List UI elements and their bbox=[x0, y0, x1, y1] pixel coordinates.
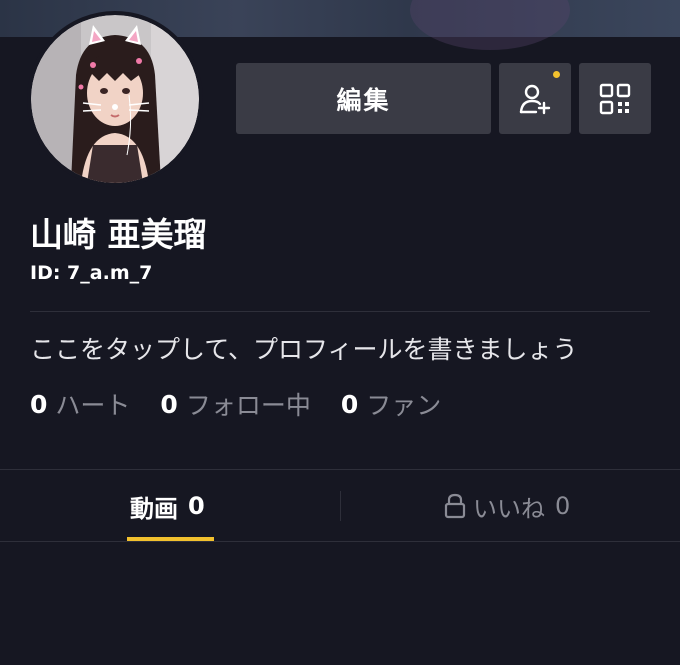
tab-separator bbox=[340, 491, 341, 521]
stat-following[interactable]: 0 フォロー中 bbox=[160, 386, 310, 422]
tab-likes[interactable]: いいね 0 bbox=[443, 488, 570, 524]
avatar-photo bbox=[31, 15, 199, 183]
tab-label: 動画 bbox=[130, 494, 178, 523]
notification-dot bbox=[553, 71, 560, 78]
qr-code-button[interactable] bbox=[579, 63, 651, 134]
lock-icon bbox=[444, 493, 466, 519]
stat-label: ハート bbox=[55, 391, 131, 420]
stat-value: 0 bbox=[30, 389, 48, 419]
bio-placeholder[interactable]: ここをタップして、プロフィールを書きましょう bbox=[30, 330, 578, 366]
add-user-icon bbox=[519, 84, 551, 114]
add-friend-button[interactable] bbox=[499, 63, 571, 134]
avatar[interactable] bbox=[27, 11, 203, 187]
divider bbox=[30, 311, 650, 312]
stat-value: 0 bbox=[160, 389, 178, 419]
qr-code-icon bbox=[599, 83, 631, 114]
stat-value: 0 bbox=[340, 389, 359, 419]
tab-videos[interactable]: 動画 0 bbox=[130, 488, 205, 524]
stat-label: ファン bbox=[366, 391, 442, 420]
edit-profile-button[interactable]: 編集 bbox=[236, 63, 491, 134]
tab-count: 0 bbox=[555, 492, 571, 520]
display-name: 山崎 亜美瑠 bbox=[30, 215, 207, 254]
divider bbox=[0, 541, 680, 542]
stat-hearts[interactable]: 0 ハート bbox=[30, 386, 130, 422]
stat-fans[interactable]: 0 ファン bbox=[341, 386, 441, 422]
stat-label: フォロー中 bbox=[185, 391, 311, 420]
tab-label: いいね bbox=[473, 494, 545, 523]
profile-stats: 0 ハート 0 フォロー中 0 ファン bbox=[30, 387, 471, 421]
user-id: ID: 7_a.m_7 bbox=[30, 262, 153, 284]
tab-count: 0 bbox=[188, 492, 205, 520]
divider bbox=[0, 469, 680, 470]
